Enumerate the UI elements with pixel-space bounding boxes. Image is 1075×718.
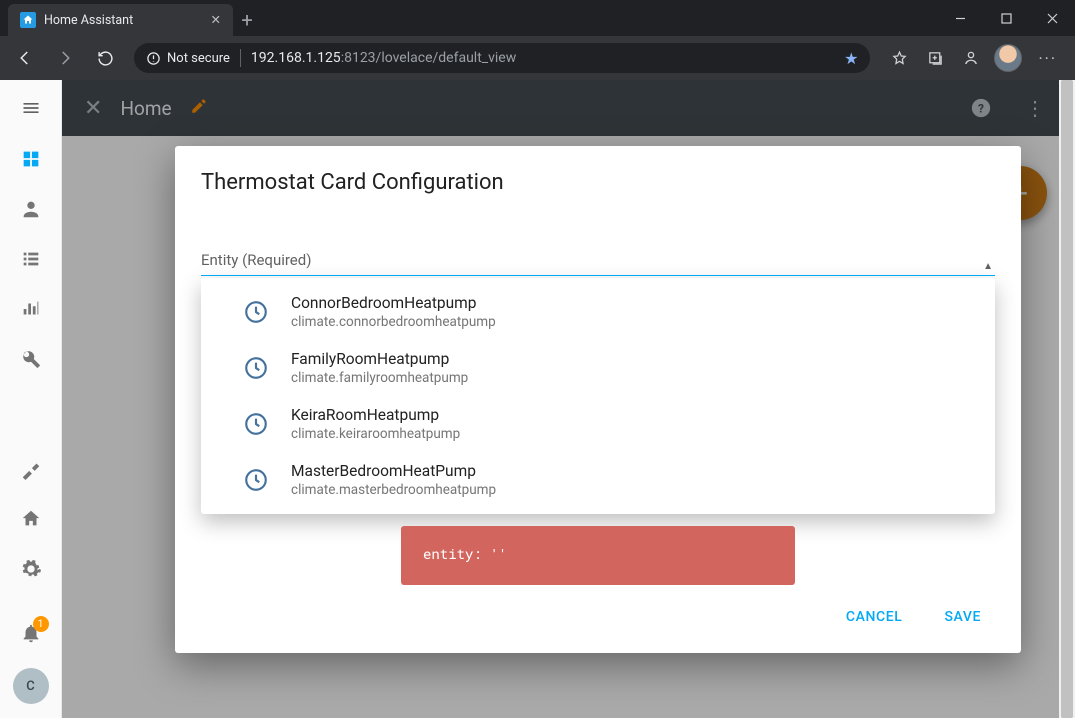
entity-option-name: ConnorBedroomHeatpump	[291, 294, 496, 312]
save-button[interactable]: SAVE	[936, 603, 989, 631]
card-config-modal: Thermostat Card Configuration Entity (Re…	[175, 146, 1021, 653]
sidebar-item-devtools[interactable]	[7, 336, 55, 382]
thermostat-icon	[243, 467, 269, 493]
sidebar-item-config[interactable]	[7, 546, 55, 592]
security-label: Not secure	[167, 51, 230, 66]
entity-option-id: climate.connorbedroomheatpump	[291, 314, 496, 330]
sidebar-item-logbook[interactable]	[7, 236, 55, 282]
scrollbar-thumb[interactable]	[1061, 80, 1073, 718]
thermostat-icon	[243, 411, 269, 437]
entity-option-id: climate.keiraroomheatpump	[291, 426, 460, 442]
sidebar-item-history[interactable]	[7, 286, 55, 332]
entity-dropdown: ConnorBedroomHeatpump climate.connorbedr…	[201, 278, 995, 514]
sidebar-item-notifications[interactable]: 1	[7, 610, 55, 656]
browser-tab[interactable]: Home Assistant ✕	[8, 4, 233, 36]
entity-option[interactable]: FamilyRoomHeatpump climate.familyroomhea…	[201, 340, 995, 396]
security-indicator[interactable]: Not secure	[146, 51, 230, 66]
window-close-button[interactable]	[1029, 0, 1075, 36]
window-controls	[937, 0, 1075, 36]
tab-close-icon[interactable]: ✕	[211, 12, 221, 28]
sidebar-item-hass[interactable]	[7, 496, 55, 542]
page-scrollbar[interactable]	[1059, 80, 1075, 718]
account-icon[interactable]	[954, 41, 988, 75]
entity-option[interactable]: KeiraRoomHeatpump climate.keiraroomheatp…	[201, 396, 995, 452]
address-bar[interactable]: Not secure 192.168.1.125:8123/lovelace/d…	[134, 43, 870, 73]
url-text: 192.168.1.125:8123/lovelace/default_view	[251, 50, 516, 66]
entity-option-name: FamilyRoomHeatpump	[291, 350, 468, 368]
sidebar-user-avatar[interactable]: C	[13, 668, 49, 704]
collections-icon[interactable]	[918, 41, 952, 75]
sidebar-item-map[interactable]	[7, 186, 55, 232]
favorite-star-icon[interactable]: ★	[844, 49, 858, 68]
window-maximize-button[interactable]	[983, 0, 1029, 36]
url-separator	[240, 49, 241, 67]
ha-main: ✕ Home ? ⋮ + Thermostat Card Configurati…	[62, 80, 1075, 718]
sidebar-item-hammer[interactable]	[7, 446, 55, 492]
favorites-icon[interactable]	[882, 41, 916, 75]
window-titlebar: Home Assistant ✕ +	[0, 0, 1075, 36]
browser-more-icon[interactable]: ···	[1028, 49, 1067, 68]
sidebar-toggle-button[interactable]	[0, 84, 61, 132]
entity-option[interactable]: ConnorBedroomHeatpump climate.connorbedr…	[201, 284, 995, 340]
entity-option-name: KeiraRoomHeatpump	[291, 406, 460, 424]
browser-toolbar: Not secure 192.168.1.125:8123/lovelace/d…	[0, 36, 1075, 80]
nav-refresh-button[interactable]	[88, 41, 122, 75]
page-viewport: 1 C ✕ Home ? ⋮ + Thermostat Card Configu…	[0, 80, 1075, 718]
profile-avatar[interactable]	[994, 44, 1022, 72]
new-tab-button[interactable]: +	[233, 4, 261, 36]
nav-forward-button[interactable]	[48, 41, 82, 75]
tab-favicon	[20, 12, 36, 28]
yaml-preview: entity: ''	[401, 526, 795, 585]
thermostat-icon	[243, 355, 269, 381]
entity-option-name: MasterBedroomHeatPump	[291, 462, 496, 480]
nav-back-button[interactable]	[8, 41, 42, 75]
window-minimize-button[interactable]	[937, 0, 983, 36]
modal-actions: CANCEL SAVE	[201, 585, 995, 639]
notification-badge: 1	[33, 616, 49, 632]
entity-field-input[interactable]: ▲	[201, 275, 995, 276]
thermostat-icon	[243, 299, 269, 325]
entity-option-id: climate.masterbedroomheatpump	[291, 482, 496, 498]
modal-title: Thermostat Card Configuration	[201, 170, 995, 195]
ha-sidebar: 1 C	[0, 80, 62, 718]
entity-field-label: Entity (Required)	[201, 251, 995, 269]
tab-title: Home Assistant	[44, 13, 133, 28]
dropdown-caret-icon[interactable]: ▲	[983, 261, 993, 272]
sidebar-item-overview[interactable]	[7, 136, 55, 182]
cancel-button[interactable]: CANCEL	[838, 603, 911, 631]
entity-option-id: climate.familyroomheatpump	[291, 370, 468, 386]
entity-option[interactable]: MasterBedroomHeatPump climate.masterbedr…	[201, 452, 995, 508]
